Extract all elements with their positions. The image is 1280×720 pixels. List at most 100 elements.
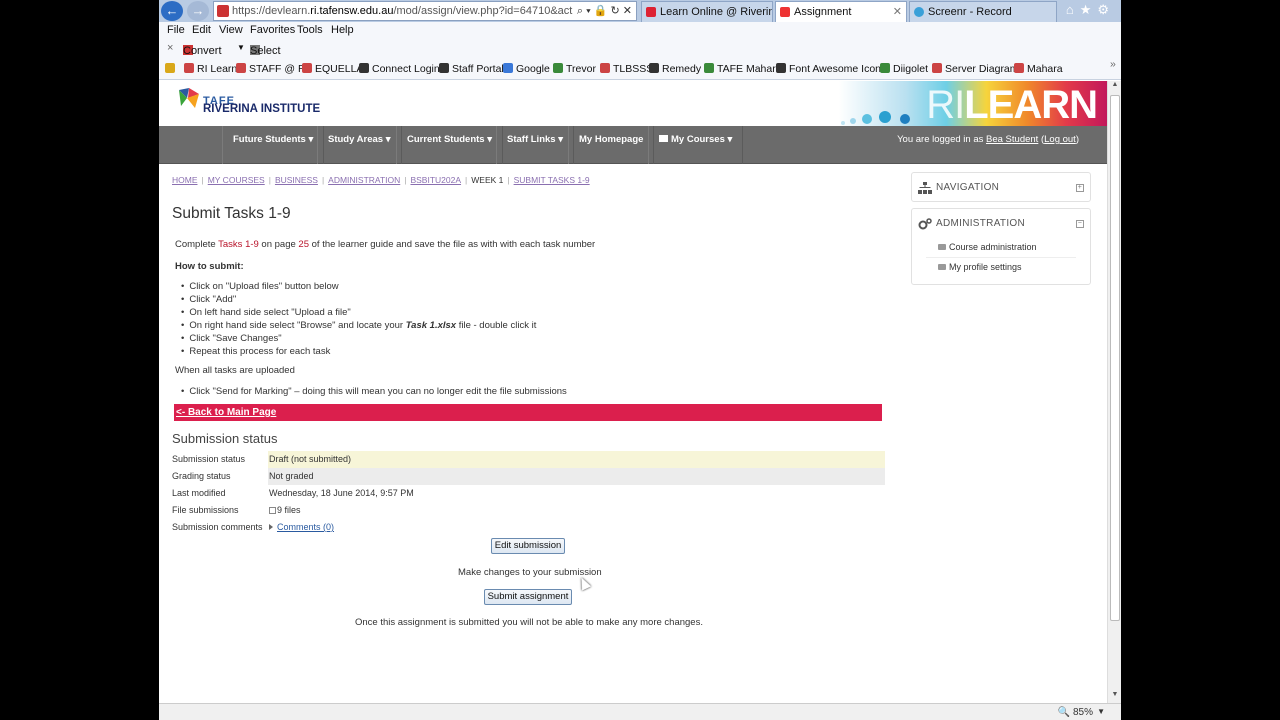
file-submissions-value[interactable]: 9 files bbox=[268, 502, 885, 519]
fav-connect-login[interactable]: Connect Login bbox=[359, 63, 440, 75]
fav-label: TAFE Mahara bbox=[717, 63, 782, 75]
scroll-down-icon[interactable]: ▼ bbox=[1108, 691, 1121, 703]
nav-my-homepage[interactable]: My Homepage bbox=[568, 126, 655, 164]
menu-help[interactable]: Help bbox=[331, 24, 354, 36]
admin-item-course-administration[interactable]: Course administration bbox=[938, 242, 1037, 252]
grading-status-value: Not graded bbox=[268, 468, 885, 485]
favicon-icon bbox=[776, 63, 786, 73]
intro-mid: on page bbox=[258, 239, 299, 250]
scroll-thumb[interactable] bbox=[1110, 95, 1120, 621]
fav-label: Trevor bbox=[566, 63, 596, 75]
back-to-main-page-link[interactable]: <- Back to Main Page bbox=[174, 404, 882, 421]
chevron-right-icon[interactable]: » bbox=[1110, 58, 1116, 70]
fav-tafe-mahara[interactable]: TAFE Mahara bbox=[704, 63, 782, 75]
fav-staff-ri[interactable]: STAFF @ RI bbox=[236, 63, 308, 75]
fav-ri-learn[interactable]: RI Learn bbox=[184, 63, 237, 75]
list-item: Repeat this process for each task bbox=[181, 345, 536, 358]
favorites-star-icon[interactable] bbox=[165, 63, 178, 75]
submit-assignment-button[interactable]: Submit assignment bbox=[484, 589, 572, 605]
address-bar-icons[interactable]: ⌕ ▾ 🔒 ↻ ✕ bbox=[572, 2, 632, 20]
menu-tools[interactable]: Tools bbox=[297, 24, 323, 36]
submission-status-heading: Submission status bbox=[172, 431, 278, 446]
table-row: Submission status Draft (not submitted) bbox=[172, 451, 885, 468]
tab-label: Screenr - Record bbox=[928, 6, 1012, 18]
star-icon bbox=[165, 63, 175, 73]
home-icon[interactable]: ⌂ bbox=[1066, 2, 1080, 17]
tab-label: Learn Online @ Riverina In... bbox=[660, 6, 772, 18]
fav-google[interactable]: Google bbox=[503, 63, 550, 75]
favicon-icon bbox=[503, 63, 513, 73]
edit-submission-button[interactable]: Edit submission bbox=[491, 538, 565, 554]
forward-arrow-icon[interactable]: → bbox=[187, 1, 209, 21]
zoom-icon: 🔍 bbox=[1057, 707, 1071, 718]
list-item: On right hand side select "Browse" and l… bbox=[181, 319, 536, 332]
fav-trevor[interactable]: Trevor bbox=[553, 63, 596, 75]
menu-bar: File Edit View Favorites Tools Help bbox=[159, 22, 1121, 39]
nav-my-courses[interactable]: My Courses ▾ bbox=[648, 126, 744, 164]
collapse-icon[interactable]: − bbox=[1076, 220, 1084, 228]
tab-screenr[interactable]: Screenr - Record bbox=[909, 1, 1057, 22]
zoom-level[interactable]: 🔍 85% bbox=[1058, 707, 1093, 718]
tab-learn-online[interactable]: Learn Online @ Riverina In... bbox=[641, 1, 773, 22]
when-uploaded-text: When all tasks are uploaded bbox=[175, 365, 295, 376]
favicon-icon bbox=[359, 63, 369, 73]
fav-staff-portal[interactable]: Staff Portal bbox=[439, 63, 504, 75]
scroll-up-icon[interactable]: ▲ bbox=[1108, 81, 1121, 93]
fav-label: Server Diagram bbox=[945, 63, 1019, 75]
fav-label: Font Awesome Icons bbox=[789, 63, 887, 75]
vertical-scrollbar[interactable]: ▲ ▼ bbox=[1107, 81, 1121, 703]
favicon-icon bbox=[932, 63, 942, 73]
breadcrumb-home[interactable]: HOME bbox=[172, 175, 198, 185]
sitemap-icon bbox=[918, 182, 932, 194]
menu-favorites[interactable]: Favorites bbox=[250, 24, 295, 36]
comments-link[interactable]: Comments (0) bbox=[277, 522, 334, 532]
nav-future-students[interactable]: Future Students ▾ bbox=[222, 126, 325, 164]
fav-mahara[interactable]: Mahara bbox=[1014, 63, 1063, 75]
browser-window: ← → https://devlearn.ri.tafensw.edu.au/m… bbox=[159, 0, 1121, 720]
admin-item-label: My profile settings bbox=[949, 262, 1022, 272]
fav-font-awesome[interactable]: Font Awesome Icons bbox=[776, 63, 886, 75]
admin-item-profile-settings[interactable]: My profile settings bbox=[938, 262, 1022, 272]
how-to-submit-heading: How to submit: bbox=[175, 261, 244, 272]
fav-equella[interactable]: EQUELLA bbox=[302, 63, 363, 75]
fav-server-diagram[interactable]: Server Diagram bbox=[932, 63, 1019, 75]
breadcrumb-course-code[interactable]: BSBITU202A bbox=[410, 175, 461, 185]
nav-current-students[interactable]: Current Students ▾ bbox=[396, 126, 503, 164]
page-title: Submit Tasks 1-9 bbox=[172, 205, 291, 222]
administration-block-header[interactable]: ADMINISTRATION − bbox=[912, 209, 1090, 239]
close-icon[interactable]: ✕ bbox=[893, 2, 902, 22]
brand-ri: RI bbox=[926, 83, 965, 126]
breadcrumb-current[interactable]: SUBMIT TASKS 1-9 bbox=[514, 175, 590, 185]
collapse-icon[interactable]: + bbox=[1076, 184, 1084, 192]
chevron-down-icon[interactable]: ▼ bbox=[1097, 707, 1105, 716]
last-modified-value: Wednesday, 18 June 2014, 9:57 PM bbox=[269, 488, 414, 498]
breadcrumb-administration[interactable]: ADMINISTRATION bbox=[328, 175, 400, 185]
menu-view[interactable]: View bbox=[219, 24, 243, 36]
breadcrumb-business[interactable]: BUSINESS bbox=[275, 175, 318, 185]
close-icon[interactable]: × bbox=[167, 42, 173, 54]
riverina-logo-icon[interactable] bbox=[175, 86, 201, 112]
site-header: TAFE RIVERINA INSTITUTE RILEARN bbox=[159, 81, 1107, 126]
tab-label: Assignment bbox=[794, 6, 852, 18]
fav-remedy[interactable]: Remedy bbox=[649, 63, 701, 75]
breadcrumb-my-courses[interactable]: MY COURSES bbox=[208, 175, 265, 185]
fav-tlbsss[interactable]: TLBSSS bbox=[600, 63, 653, 75]
navigation-block-header[interactable]: NAVIGATION + bbox=[912, 173, 1090, 203]
gear-icon[interactable]: ⚙ bbox=[1097, 2, 1115, 17]
nav-staff-links[interactable]: Staff Links ▾ bbox=[496, 126, 574, 164]
tab-assignment[interactable]: Assignment ✕ bbox=[775, 1, 907, 22]
expand-triangle-icon[interactable] bbox=[269, 524, 273, 530]
menu-edit[interactable]: Edit bbox=[192, 24, 211, 36]
nav-study-areas[interactable]: Study Areas ▾ bbox=[317, 126, 402, 164]
file-tree-icon bbox=[269, 507, 276, 514]
back-arrow-icon[interactable]: ← bbox=[161, 1, 183, 21]
address-bar[interactable]: https://devlearn.ri.tafensw.edu.au/mod/a… bbox=[213, 1, 637, 21]
star-icon[interactable]: ★ bbox=[1080, 2, 1098, 17]
menu-file[interactable]: File bbox=[167, 24, 185, 36]
row-label: Last modified bbox=[172, 488, 226, 498]
chevron-down-icon[interactable]: ▼ bbox=[237, 43, 245, 52]
breadcrumb-week: WEEK 1 bbox=[471, 175, 504, 185]
logout-link[interactable]: Log out bbox=[1044, 134, 1076, 145]
user-profile-link[interactable]: Bea Student bbox=[986, 134, 1038, 145]
fav-diigolet[interactable]: Diigolet bbox=[880, 63, 928, 75]
